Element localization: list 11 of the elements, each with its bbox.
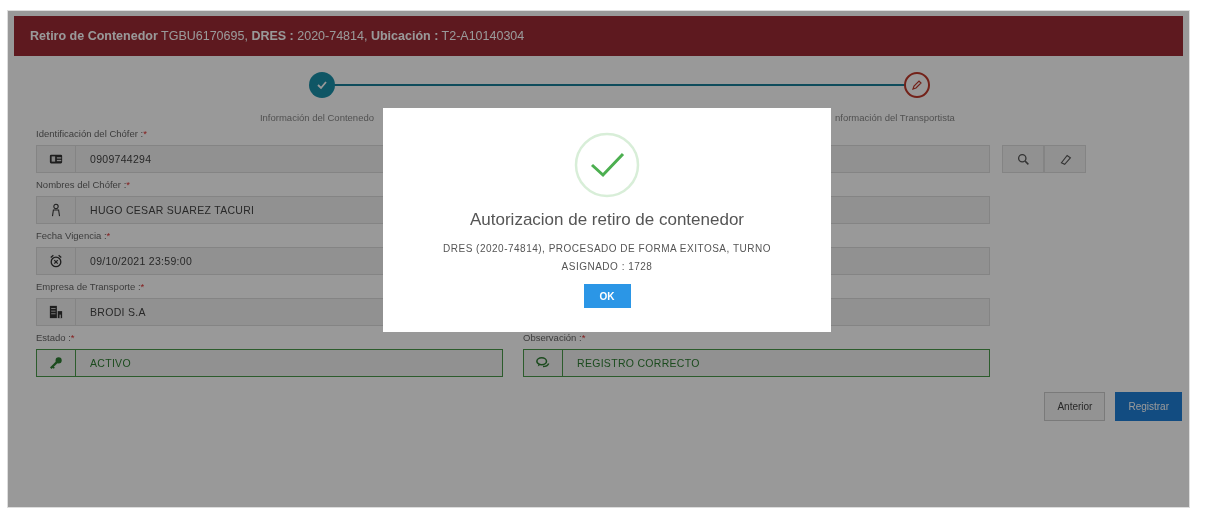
field-label: Empresa de Transporte :* [36,281,146,292]
dialog-title: Autorizacion de retiro de contenedor [469,210,745,230]
step-label: Información del Contenedo [259,112,374,123]
field-label: Identificación del Chófer :* [36,128,148,139]
field-label: Nombres del Chófer :* [36,179,131,190]
field-label: Observación :* [523,332,587,343]
dialog-message: DRES (2020-74814), PROCESADO DE FORMA EXITOSA, TURNO ASIGNADO : 1728 [442,242,772,274]
step-label: nformación del Transportista [835,112,955,123]
field-label: Estado :* [36,332,76,343]
page-header: Retiro de Contenedor TGBU6170695, DRES : 2020-74814, Ubicación : T2-A10140304 [14,16,1183,56]
field-label: Fecha Vigencia :* [36,230,112,241]
